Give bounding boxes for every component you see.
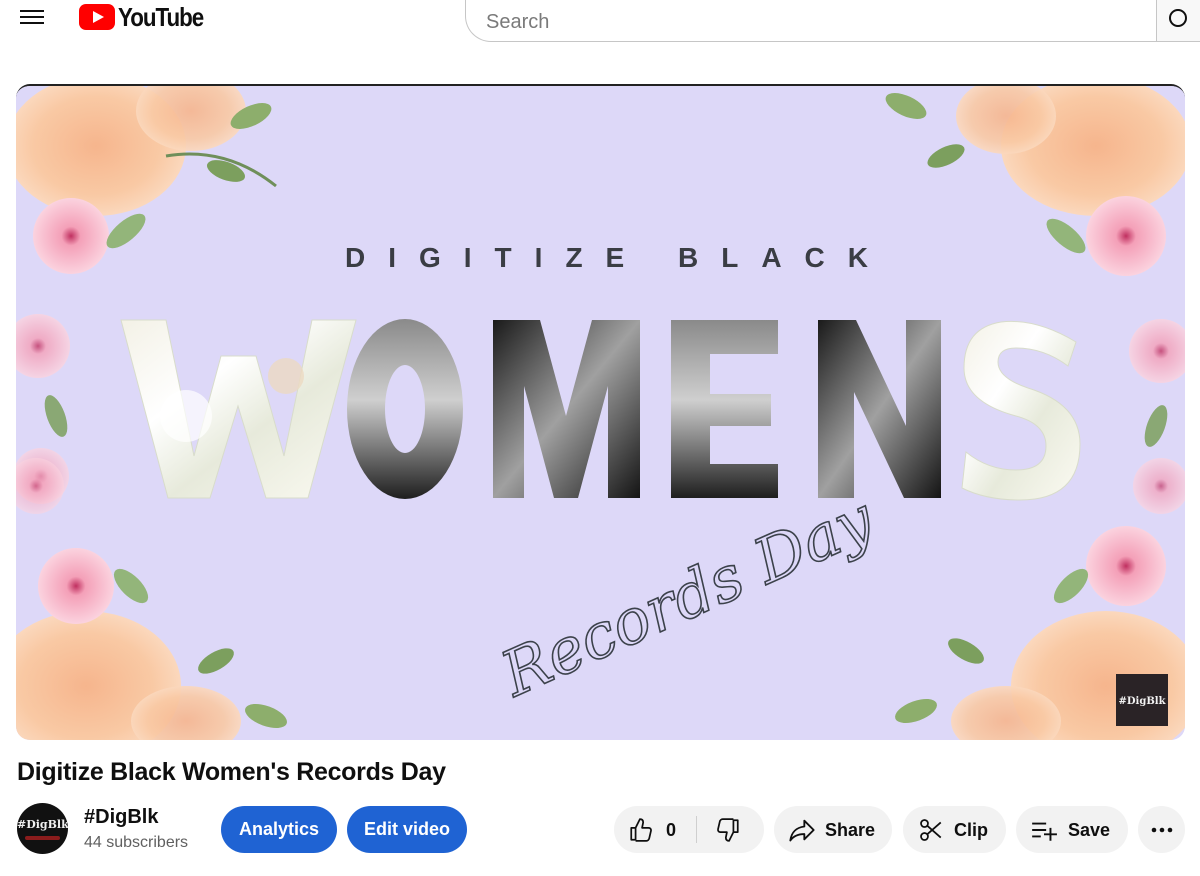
- share-icon: [789, 819, 815, 842]
- search-input[interactable]: [486, 7, 1126, 37]
- like-button[interactable]: 0: [614, 806, 696, 853]
- thumbs-down-icon: [717, 818, 739, 842]
- more-horizontal-icon: [1151, 827, 1172, 832]
- channel-avatar[interactable]: #DigBlk: [17, 803, 68, 854]
- clip-label: Clip: [954, 820, 988, 840]
- youtube-logo[interactable]: YouTube: [79, 1, 217, 32]
- share-label: Share: [825, 820, 876, 840]
- avatar-accent: [25, 836, 60, 840]
- avatar-text: #DigBlk: [17, 818, 68, 831]
- analytics-button[interactable]: Analytics: [221, 806, 337, 853]
- channel-name[interactable]: #DigBlk: [84, 806, 158, 829]
- logo-text: YouTube: [118, 1, 204, 32]
- clip-button[interactable]: Clip: [903, 806, 1006, 853]
- dislike-button[interactable]: [697, 806, 764, 853]
- video-title: Digitize Black Women's Records Day: [17, 758, 446, 786]
- like-dislike-group: 0: [614, 806, 764, 853]
- masthead: YouTube: [0, 0, 1200, 42]
- youtube-play-icon: [79, 4, 115, 30]
- edit-video-button[interactable]: Edit video: [347, 806, 467, 853]
- menu-icon[interactable]: [20, 6, 44, 28]
- overlay-heading: DIGITIZE BLACK: [345, 242, 891, 273]
- save-button[interactable]: Save: [1016, 806, 1128, 853]
- share-button[interactable]: Share: [774, 806, 892, 853]
- video-player[interactable]: DIGITIZE BLACK Records Day #DigBlk: [16, 84, 1185, 740]
- search-icon: [1169, 9, 1187, 27]
- search-button[interactable]: [1156, 0, 1200, 42]
- like-count: 0: [666, 820, 677, 840]
- thumbs-up-icon: [630, 818, 652, 842]
- svg-text:#DigBlk: #DigBlk: [1118, 696, 1166, 707]
- search-box: [465, 0, 1160, 42]
- playlist-add-icon: [1032, 822, 1057, 841]
- save-label: Save: [1068, 820, 1111, 840]
- subscriber-count: 44 subscribers: [84, 834, 189, 851]
- more-actions-button[interactable]: [1138, 806, 1185, 853]
- channel-watermark[interactable]: #DigBlk: [1116, 674, 1168, 726]
- scissors-icon: [920, 819, 942, 841]
